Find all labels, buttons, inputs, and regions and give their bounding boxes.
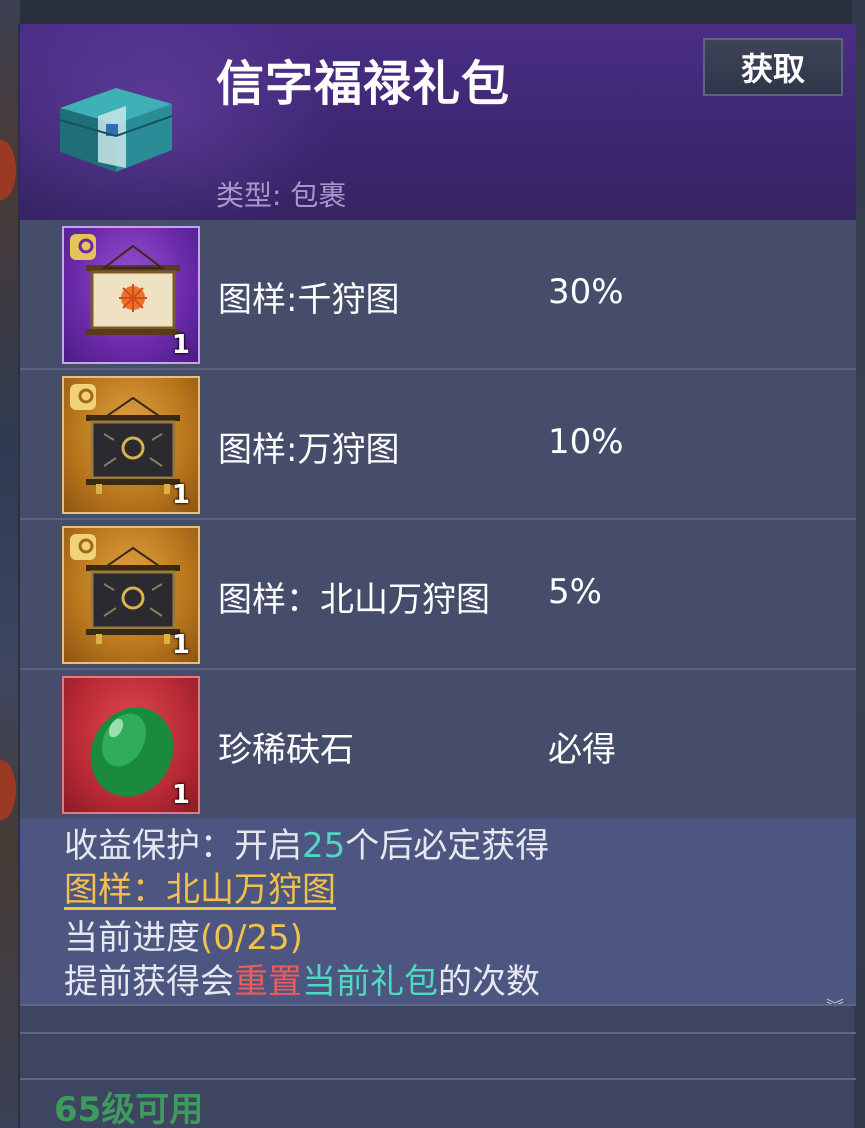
guaranteed-item-link[interactable]: 图样：北山万狩图 xyxy=(64,862,336,911)
item-name: 图样:千狩图 xyxy=(218,280,400,320)
level-requirement: 65级可用 xyxy=(54,1090,204,1128)
item-chance: 必得 xyxy=(548,730,616,770)
yield-protection-info: 收益保护：开启25个后必定获得 图样：北山万狩图 当前进度(0/25) 提前获得… xyxy=(20,818,856,1004)
item-chance: 30% xyxy=(548,272,624,312)
progress-value: (0/25) xyxy=(200,918,303,958)
item-quantity: 1 xyxy=(171,330,190,360)
pattern-tag-icon xyxy=(70,534,96,560)
item-tooltip-panel: 信字福禄礼包 类型: 包裹 获取 ︽ 1 图样 xyxy=(18,24,856,1128)
get-button[interactable]: 获取 xyxy=(703,38,843,96)
pattern-tag-icon xyxy=(70,234,96,260)
background-decoration xyxy=(0,140,16,200)
scroll-down-icon[interactable]: ︾ xyxy=(826,1000,844,1018)
divider xyxy=(20,1004,856,1006)
package-type: 类型: 包裹 xyxy=(216,179,347,212)
background-decoration xyxy=(0,760,16,820)
tooltip-header: 信字福禄礼包 类型: 包裹 获取 xyxy=(20,24,856,220)
protection-rule: 收益保护：开启25个后必定获得 xyxy=(64,826,550,866)
item-chance: 10% xyxy=(548,422,624,462)
list-item[interactable]: 1 图样:万狩图 10% xyxy=(20,370,856,520)
gift-box-icon xyxy=(59,88,173,172)
progress-text: 当前进度(0/25) xyxy=(64,918,303,958)
item-icon-slot[interactable]: 1 xyxy=(62,526,200,664)
background-scene-left xyxy=(0,0,20,1128)
package-title: 信字福禄礼包 xyxy=(216,56,511,112)
list-item[interactable]: 1 图样:千狩图 30% xyxy=(20,220,856,370)
item-icon-slot[interactable]: 1 xyxy=(62,676,200,814)
item-quantity: 1 xyxy=(171,630,190,660)
pattern-tag-icon xyxy=(70,384,96,410)
divider xyxy=(20,1032,856,1034)
protection-count: 25 xyxy=(302,826,346,866)
item-name: 图样:万狩图 xyxy=(218,430,400,470)
divider xyxy=(20,1078,856,1080)
item-quantity: 1 xyxy=(171,780,190,810)
item-icon-slot[interactable]: 1 xyxy=(62,376,200,514)
item-name: 珍稀砆石 xyxy=(218,730,354,770)
item-name: 图样：北山万狩图 xyxy=(218,580,490,620)
item-quantity: 1 xyxy=(171,480,190,510)
reset-notice: 提前获得会重置当前礼包的次数 xyxy=(64,962,540,1002)
list-item[interactable]: 1 珍稀砆石 必得 xyxy=(20,670,856,820)
item-chance: 5% xyxy=(548,572,602,612)
list-item[interactable]: 1 图样：北山万狩图 5% xyxy=(20,520,856,670)
item-icon-slot[interactable]: 1 xyxy=(62,226,200,364)
